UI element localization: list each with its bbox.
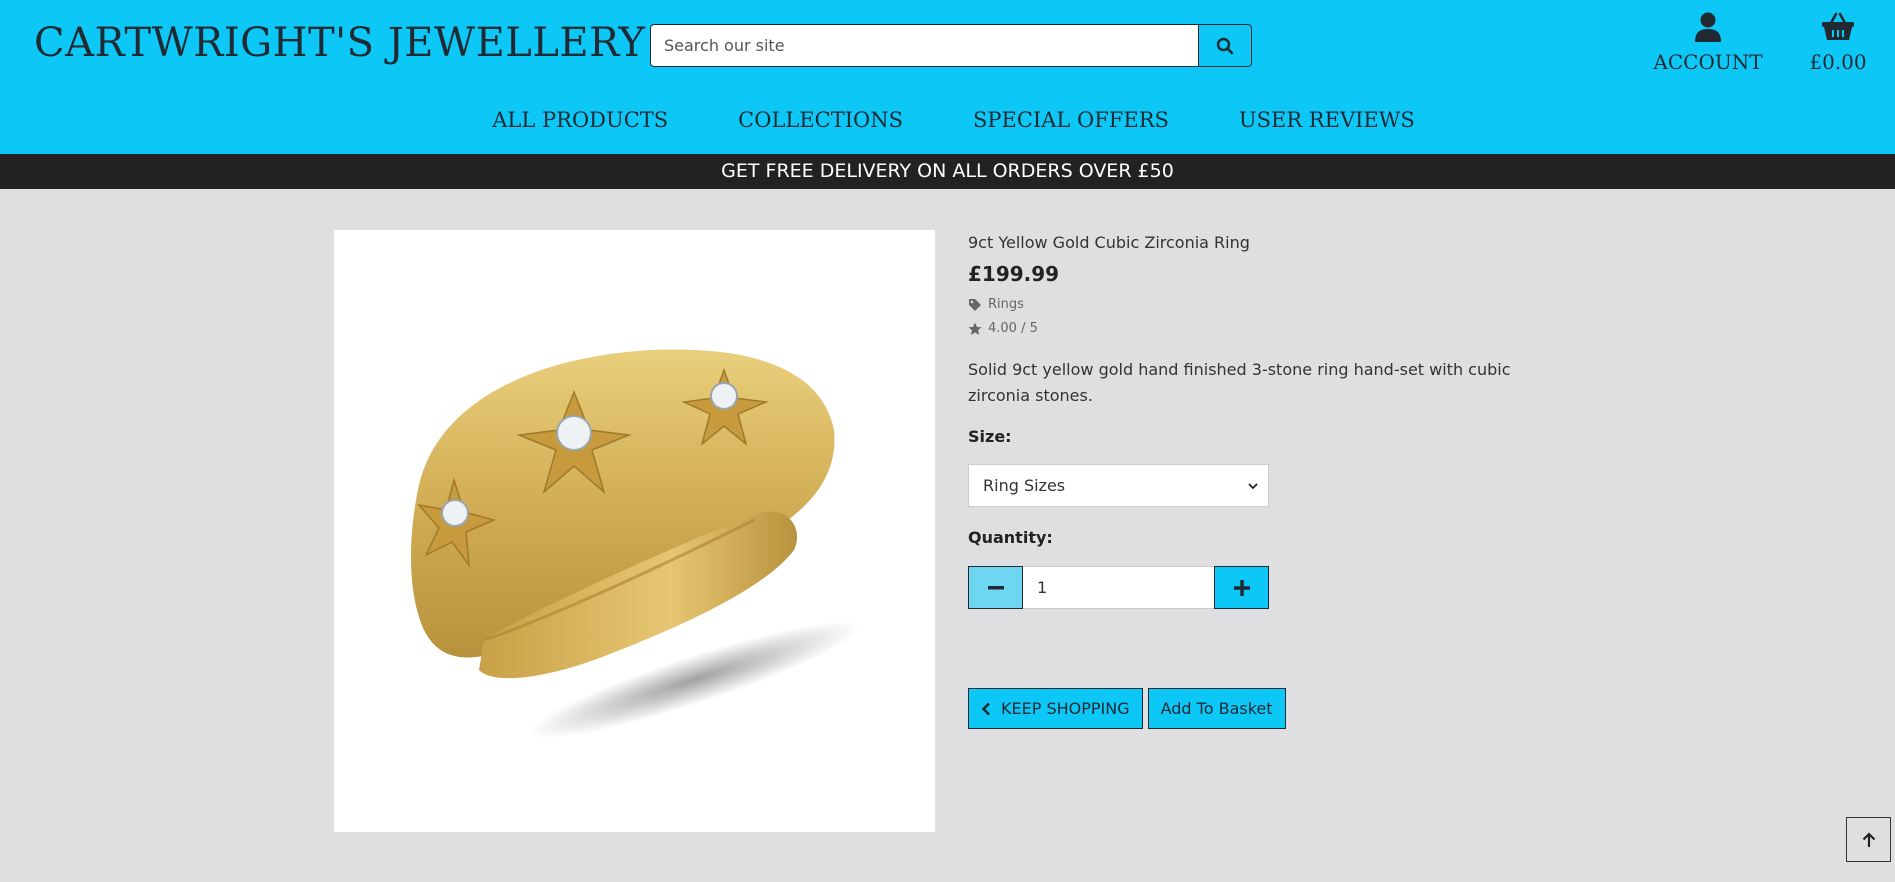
user-icon <box>1695 12 1721 42</box>
basket-icon <box>1822 12 1854 40</box>
search-button[interactable] <box>1198 24 1252 67</box>
product-category[interactable]: Rings <box>968 297 1548 312</box>
size-select-value: Ring Sizes <box>983 476 1066 495</box>
quantity-stepper: 1 <box>968 566 1269 609</box>
minus-icon <box>987 585 1004 589</box>
size-label: Size: <box>968 427 1012 446</box>
product-actions: KEEP SHOPPING Add To Basket <box>968 688 1548 729</box>
increment-button[interactable] <box>1214 566 1269 609</box>
site-logo[interactable]: CARTWRIGHT'S JEWELLERY <box>34 20 645 66</box>
basket-link[interactable]: £0.00 <box>1798 12 1878 74</box>
star-icon <box>968 322 982 335</box>
account-label: ACCOUNT <box>1653 50 1763 74</box>
product-image <box>334 230 935 832</box>
product-description: Solid 9ct yellow gold hand finished 3-st… <box>968 360 1511 405</box>
product-name: 9ct Yellow Gold Cubic Zirconia Ring <box>968 233 1250 252</box>
nav-collections[interactable]: COLLECTIONS <box>738 108 903 132</box>
keep-shopping-label: KEEP SHOPPING <box>1001 699 1130 718</box>
site-header: CARTWRIGHT'S JEWELLERY ACCOUNT £0.00 ALL <box>0 0 1895 154</box>
quantity-input[interactable]: 1 <box>1023 566 1214 609</box>
chevron-down-icon <box>1248 482 1258 489</box>
decrement-button[interactable] <box>968 566 1023 609</box>
product-details: 9ct Yellow Gold Cubic Zirconia Ring £199… <box>968 230 1548 729</box>
nav-special-offers[interactable]: SPECIAL OFFERS <box>973 108 1169 132</box>
add-to-basket-button[interactable]: Add To Basket <box>1147 688 1286 729</box>
category-label: Rings <box>988 297 1024 312</box>
quantity-label: Quantity: <box>968 528 1053 547</box>
size-select[interactable]: Ring Sizes <box>968 464 1269 507</box>
search-input[interactable] <box>650 24 1198 67</box>
basket-total: £0.00 <box>1809 50 1867 74</box>
search-form <box>650 24 1252 67</box>
nav-all-products[interactable]: ALL PRODUCTS <box>492 108 668 132</box>
plus-icon <box>1233 579 1250 596</box>
nav-user-reviews[interactable]: USER REVIEWS <box>1239 108 1415 132</box>
back-to-top-button[interactable] <box>1846 817 1891 862</box>
keep-shopping-button[interactable]: KEEP SHOPPING <box>968 688 1143 729</box>
main-nav: ALL PRODUCTS COLLECTIONS SPECIAL OFFERS … <box>0 108 1895 132</box>
search-icon <box>1216 37 1234 54</box>
rating-value: 4.00 / 5 <box>988 321 1038 336</box>
tag-icon <box>969 298 981 311</box>
product-price: £199.99 <box>968 262 1060 286</box>
arrow-up-icon <box>1862 831 1875 847</box>
product-rating: 4.00 / 5 <box>968 321 1548 336</box>
promo-banner: GET FREE DELIVERY ON ALL ORDERS OVER £50 <box>0 154 1895 189</box>
chevron-left-icon <box>981 702 990 715</box>
account-link[interactable]: ACCOUNT <box>1652 12 1764 74</box>
